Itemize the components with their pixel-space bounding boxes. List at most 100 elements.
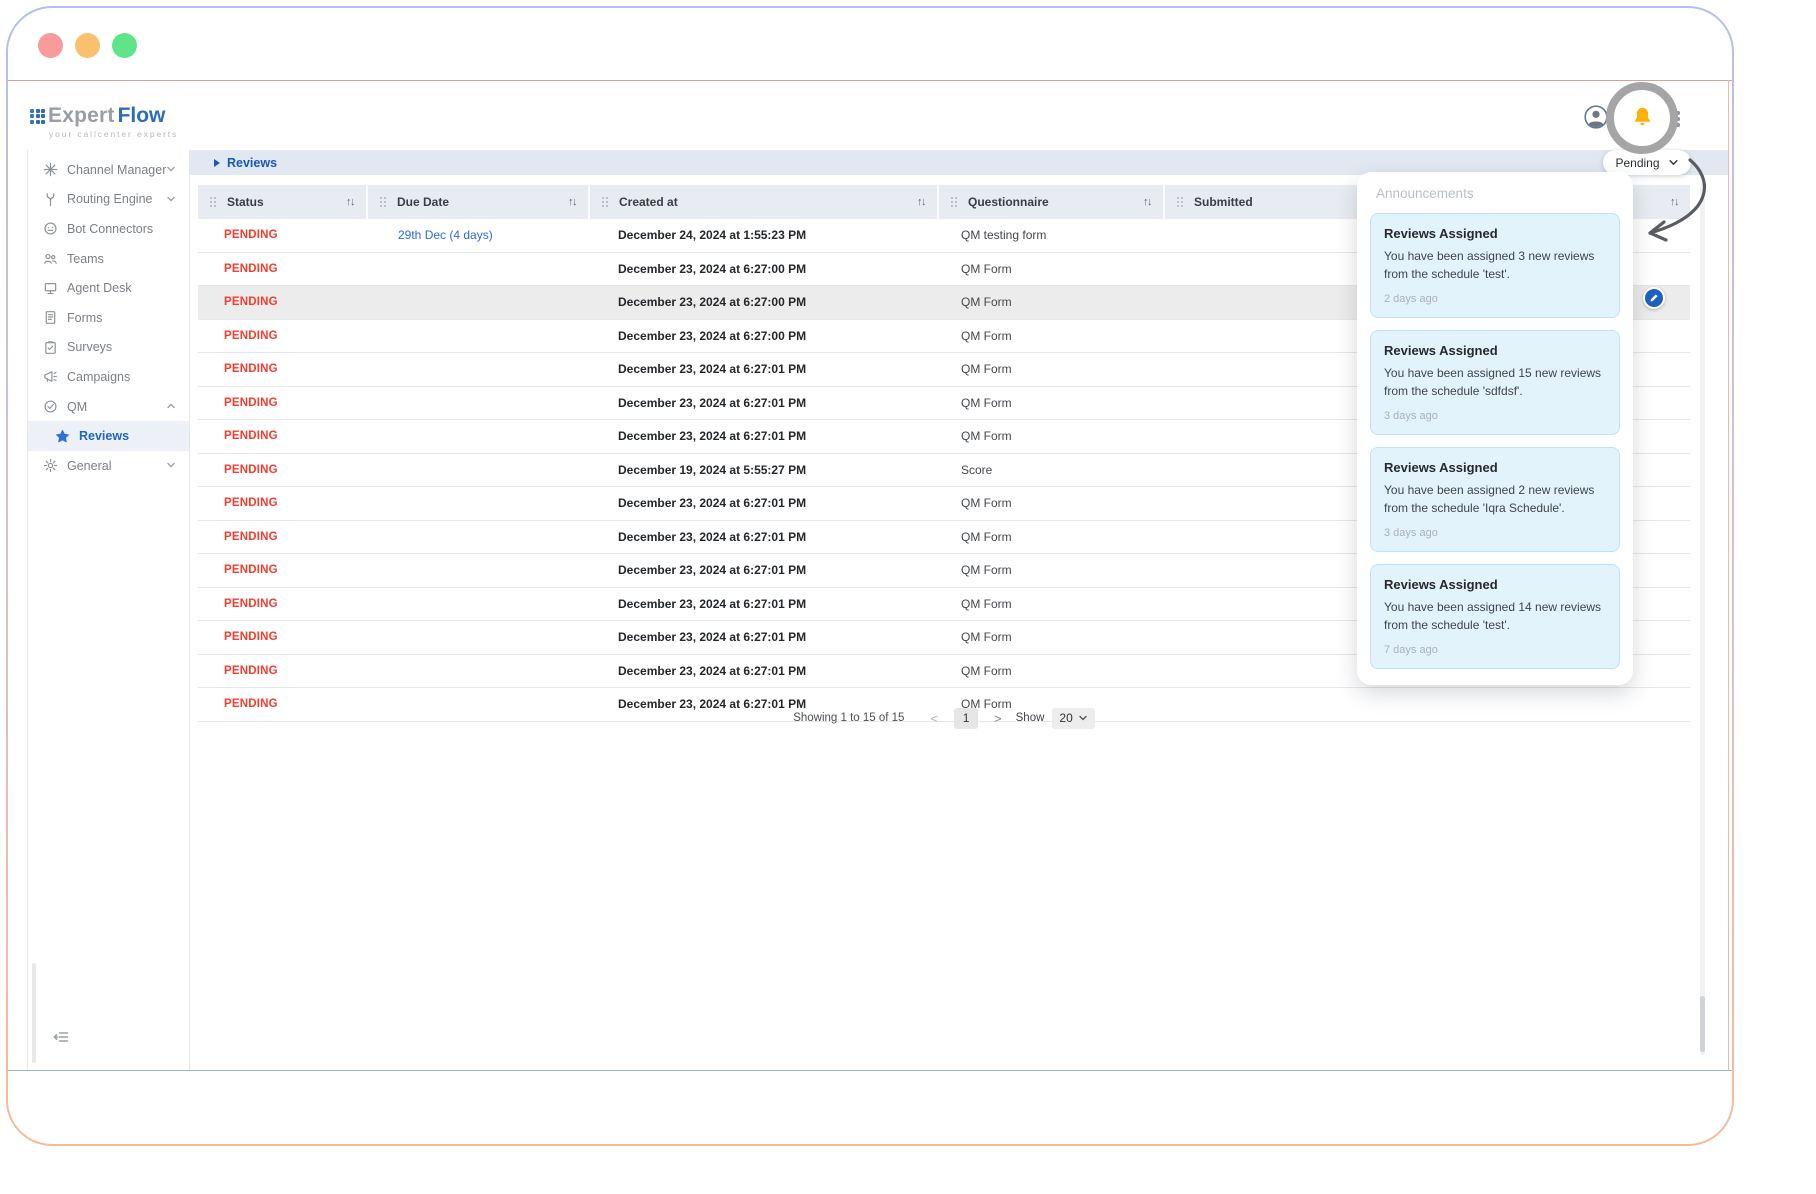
announcement-card-4[interactable]: Reviews Assigned You have been assigned 1… — [1370, 564, 1620, 669]
drag-handle-icon[interactable] — [1177, 196, 1184, 208]
cell-questionnaire: QM Form — [939, 362, 1165, 376]
sort-icon[interactable]: ↑↓ — [346, 196, 354, 208]
pagination-next-button[interactable]: > — [994, 711, 1002, 726]
cell-questionnaire: QM Form — [939, 597, 1165, 611]
cell-created-at: December 23, 2024 at 6:27:01 PM — [590, 530, 939, 544]
drag-handle-icon[interactable] — [951, 196, 958, 208]
page-size-select[interactable]: 20 — [1052, 708, 1094, 729]
sidebar-item-general[interactable]: General — [28, 451, 189, 481]
cell-questionnaire: QM Form — [939, 262, 1165, 276]
cell-questionnaire: QM Form — [939, 329, 1165, 343]
window-content: ExpertFlow your callcenter experts — [8, 8, 1732, 1144]
sidebar-item-label: Campaigns — [67, 370, 130, 384]
sort-icon[interactable]: ↑↓ — [568, 196, 576, 208]
logo-text-secondary: Flow — [118, 104, 166, 128]
announcement-timestamp: 2 days ago — [1384, 293, 1606, 305]
sidebar-item-label: Agent Desk — [67, 281, 132, 295]
gear-icon — [42, 458, 58, 474]
drag-handle-icon[interactable] — [210, 196, 217, 208]
logo-text-primary: Expert — [48, 104, 115, 128]
cell-status: PENDING — [198, 363, 368, 375]
chevron-up-icon — [166, 401, 176, 411]
sidebar-item-agent-desk[interactable]: Agent Desk — [28, 273, 189, 303]
due-date-link[interactable]: 29th Dec (4 days) — [398, 228, 493, 242]
announcement-body: You have been assigned 14 new reviews fr… — [1384, 598, 1606, 634]
chevron-down-icon — [166, 194, 176, 204]
cell-created-at: December 23, 2024 at 6:27:00 PM — [590, 262, 939, 276]
expertflow-logo: ExpertFlow your callcenter experts — [30, 104, 178, 139]
sort-icon[interactable]: ↑↓ — [1670, 196, 1678, 208]
column-label: Submitted — [1194, 195, 1253, 209]
edit-review-button[interactable] — [1643, 287, 1665, 309]
cell-questionnaire: QM Form — [939, 429, 1165, 443]
sidebar-item-label: Bot Connectors — [67, 222, 153, 236]
star-icon — [54, 428, 70, 444]
bot-connectors-icon — [42, 221, 58, 237]
chevron-down-icon — [1668, 157, 1679, 168]
notification-spotlight-ring — [1606, 82, 1678, 154]
cell-status: PENDING — [198, 497, 368, 509]
sort-icon[interactable]: ↑↓ — [1143, 196, 1151, 208]
announcement-card-2[interactable]: Reviews AssignedYou have been assigned 1… — [1370, 330, 1620, 435]
sidebar-item-teams[interactable]: Teams — [28, 244, 189, 274]
pencil-icon — [1649, 293, 1659, 303]
sidebar-collapse-button[interactable] — [52, 1028, 70, 1046]
sidebar-scrollbar-thumb[interactable] — [32, 963, 36, 1063]
sidebar-item-surveys[interactable]: Surveys — [28, 333, 189, 363]
breadcrumb-arrow-icon — [214, 159, 220, 167]
cell-questionnaire: QM testing form — [939, 228, 1165, 242]
cell-created-at: December 23, 2024 at 6:27:00 PM — [590, 295, 939, 309]
traffic-light-minimize[interactable] — [75, 33, 100, 58]
pagination-summary: Showing 1 to 15 of 15 — [793, 712, 904, 724]
browser-window-frame: ExpertFlow your callcenter experts — [6, 6, 1734, 1146]
cell-questionnaire: QM Form — [939, 563, 1165, 577]
sidebar-item-label: General — [67, 459, 111, 473]
pagination-prev-button[interactable]: < — [930, 711, 938, 726]
announcement-title: Reviews Assigned — [1384, 577, 1606, 592]
cell-status: PENDING — [198, 631, 368, 643]
sort-icon[interactable]: ↑↓ — [917, 196, 925, 208]
cell-created-at: December 24, 2024 at 1:55:23 PM — [590, 228, 939, 242]
logo-tagline: your callcenter experts — [49, 129, 178, 139]
drag-handle-icon[interactable] — [602, 196, 609, 208]
channel-manager-icon — [42, 162, 58, 178]
column-header-due-date[interactable]: Due Date↑↓ — [368, 185, 590, 219]
logo-grid-icon — [30, 109, 45, 124]
traffic-light-close[interactable] — [38, 33, 63, 58]
column-header-created-at[interactable]: Created at↑↓ — [590, 185, 939, 219]
pagination-page-1-button[interactable]: 1 — [954, 708, 978, 729]
sidebar-item-qm[interactable]: QM — [28, 392, 189, 422]
traffic-light-maximize[interactable] — [112, 33, 137, 58]
teams-icon — [42, 251, 58, 267]
qm-icon — [42, 399, 58, 415]
announcement-card-3[interactable]: Reviews AssignedYou have been assigned 2… — [1370, 447, 1620, 552]
sidebar-item-channel-manager[interactable]: Channel Manager — [28, 155, 189, 185]
cell-questionnaire: QM Form — [939, 396, 1165, 410]
cell-questionnaire: QM Form — [939, 664, 1165, 678]
cell-created-at: December 23, 2024 at 6:27:01 PM — [590, 630, 939, 644]
sidebar-item-label: Reviews — [79, 429, 129, 443]
sidebar-item-label: Forms — [67, 311, 102, 325]
announcement-card-1[interactable]: Reviews AssignedYou have been assigned 3… — [1370, 213, 1620, 318]
sidebar-item-label: Routing Engine — [67, 192, 152, 206]
sidebar-item-reviews[interactable]: Reviews — [28, 421, 189, 451]
table-scrollbar-thumb[interactable] — [1700, 996, 1705, 1052]
cell-status: PENDING — [198, 430, 368, 442]
titlebar-divider — [8, 80, 1732, 81]
sidebar-item-campaigns[interactable]: Campaigns — [28, 362, 189, 392]
sidebar-item-bot-connectors[interactable]: Bot Connectors — [28, 214, 189, 244]
sidebar-item-forms[interactable]: Forms — [28, 303, 189, 333]
cell-questionnaire: QM Form — [939, 530, 1165, 544]
user-avatar-icon[interactable] — [1584, 105, 1608, 129]
page-size-value: 20 — [1059, 711, 1072, 725]
bell-icon[interactable] — [1629, 105, 1656, 132]
routing-engine-icon — [42, 191, 58, 207]
sidebar-item-label: Channel Manager — [67, 163, 166, 177]
column-header-status[interactable]: Status↑↓ — [198, 185, 368, 219]
surveys-icon — [42, 339, 58, 355]
drag-handle-icon[interactable] — [380, 196, 387, 208]
cell-created-at: December 19, 2024 at 5:55:27 PM — [590, 463, 939, 477]
sidebar-item-routing-engine[interactable]: Routing Engine — [28, 185, 189, 215]
column-header-questionnaire[interactable]: Questionnaire↑↓ — [939, 185, 1165, 219]
cell-status: PENDING — [198, 464, 368, 476]
